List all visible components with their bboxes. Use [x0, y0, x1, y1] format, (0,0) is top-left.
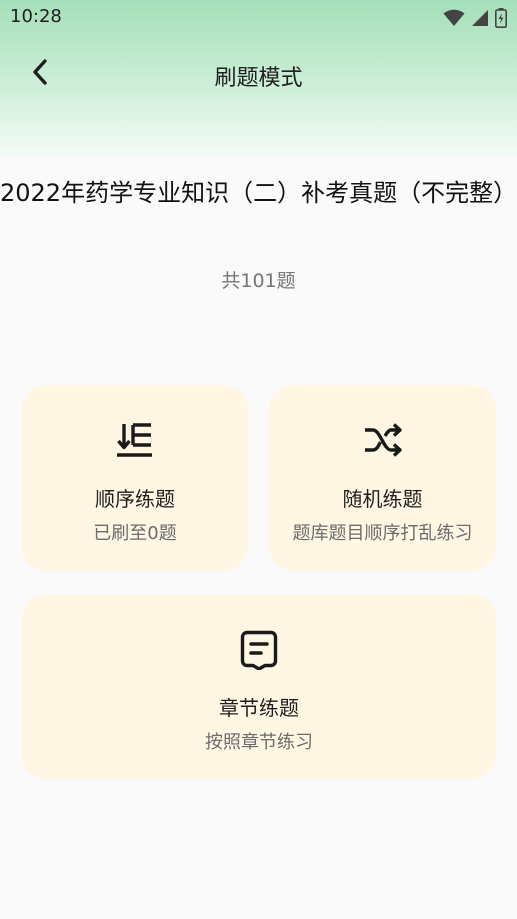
page-title: 刷题模式: [214, 66, 303, 91]
chapter-note-icon: [22, 630, 496, 670]
sort-list-icon: [22, 421, 248, 459]
shuffle-icon: [269, 421, 496, 459]
status-time: 10:28: [10, 6, 62, 27]
chapter-practice-title: 章节练题: [219, 696, 299, 720]
wifi-icon: [443, 9, 465, 27]
random-practice-card[interactable]: 随机练题 题库题目顺序打乱练习: [269, 385, 496, 571]
random-practice-description: 题库题目顺序打乱练习: [292, 523, 473, 544]
battery-charging-icon: [495, 8, 507, 28]
header: 10:28 刷题模式: [0, 0, 517, 158]
sequential-practice-progress: 已刷至0题: [93, 523, 177, 544]
question-count: 共101题: [221, 270, 296, 292]
status-bar: 10:28: [0, 0, 517, 34]
random-practice-title: 随机练题: [342, 487, 423, 511]
exam-title: 2022年药学专业知识（二）补考真题（不完整）: [0, 179, 517, 207]
toolbar: 刷题模式: [0, 46, 517, 102]
chapter-practice-card[interactable]: 章节练题 按照章节练习: [22, 594, 496, 779]
sequential-practice-title: 顺序练题: [95, 487, 175, 511]
status-icons: [443, 8, 507, 28]
signal-icon: [471, 9, 489, 27]
chapter-practice-description: 按照章节练习: [205, 732, 313, 753]
sequential-practice-card[interactable]: 顺序练题 已刷至0题: [22, 385, 248, 571]
